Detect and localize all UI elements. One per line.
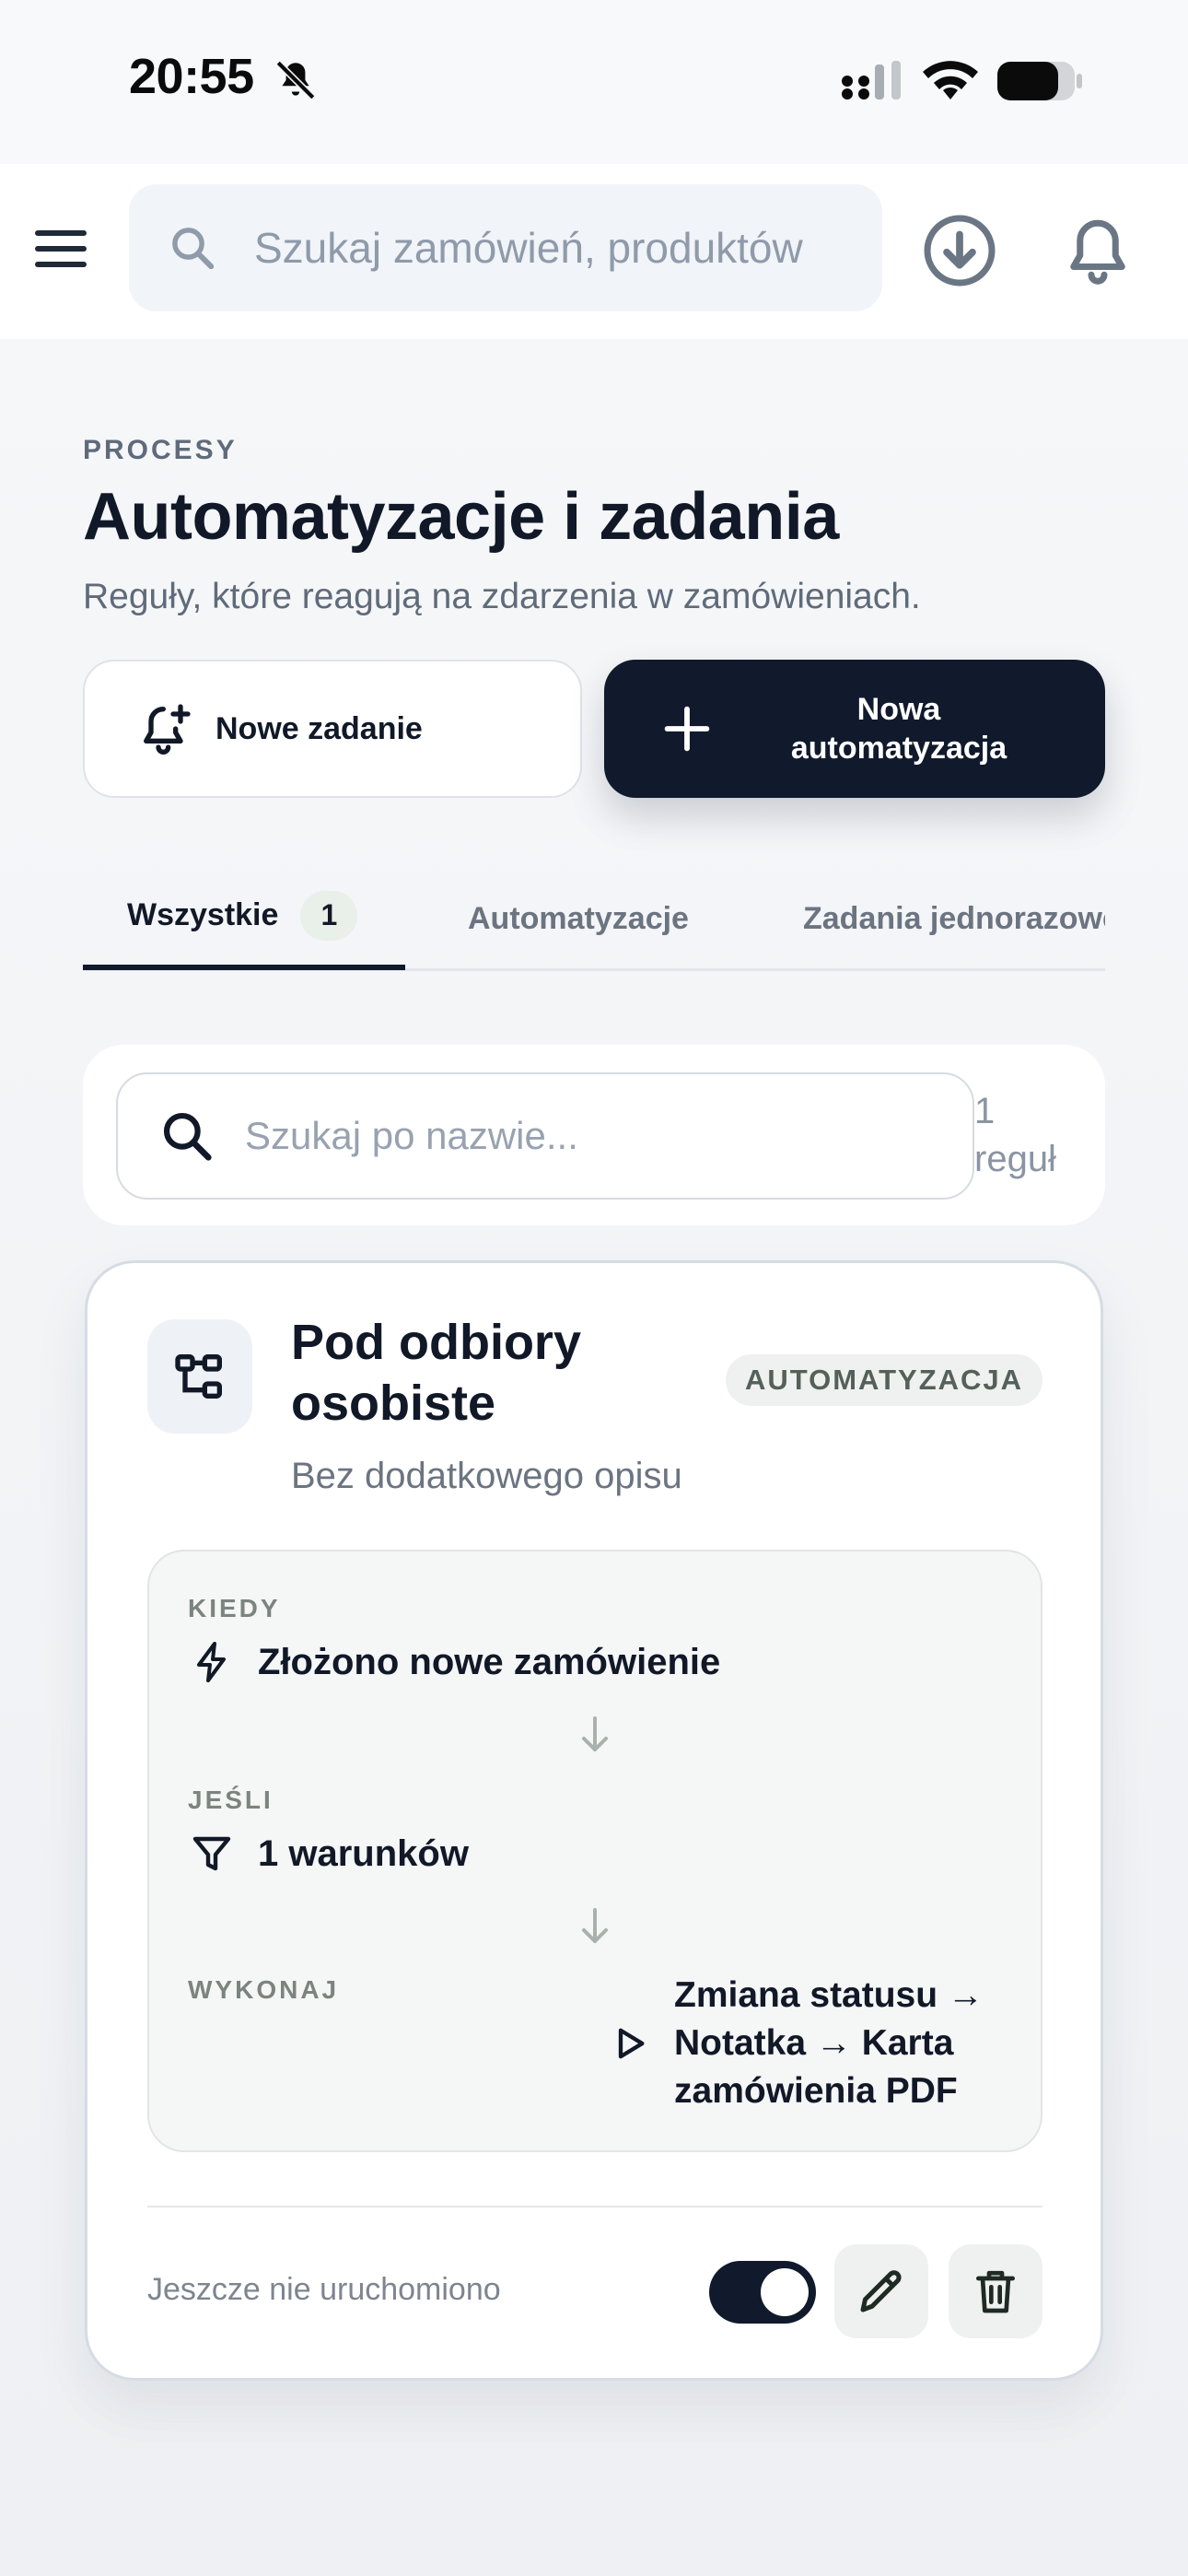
last-run-status: Jeszcze nie uruchomiono (147, 2272, 501, 2307)
flow-if-label: JEŚLI (188, 1786, 274, 1814)
rule-type-badge: AUTOMATYZACJA (726, 1354, 1042, 1406)
tab-one-time-tasks[interactable]: Zadania jednorazowe (803, 866, 1105, 971)
lightning-icon (197, 1642, 226, 1682)
tab-all-label: Wszystkie (127, 897, 279, 932)
rule-enabled-toggle[interactable] (709, 2261, 816, 2324)
trash-icon (976, 2270, 1015, 2313)
menu-button[interactable] (28, 212, 94, 286)
global-search[interactable] (129, 184, 882, 311)
rule-description: Bez dodatkowego opisu (291, 1456, 682, 1496)
cellular-signal-icon (842, 61, 901, 100)
edit-rule-button[interactable] (834, 2244, 928, 2338)
search-icon (163, 1112, 212, 1161)
download-circle-icon[interactable] (921, 212, 998, 289)
workflow-icon (175, 1354, 222, 1399)
toggle-knob (761, 2268, 809, 2316)
flow-do-label: WYKONAJ (188, 1975, 340, 2004)
bell-plus-icon (144, 704, 191, 755)
rule-search-input[interactable] (245, 1114, 945, 1158)
new-automation-button[interactable]: Nowa automatyzacja (604, 660, 1105, 798)
tab-automations[interactable]: Automatyzacje (468, 866, 689, 971)
filter-icon (192, 1836, 231, 1871)
rule-count: 1 reguł (974, 1087, 1066, 1183)
rule-name: Pod odbiory osobiste (291, 1315, 581, 1431)
bell-icon[interactable] (1059, 212, 1136, 289)
page-subtitle: Reguły, które reagują na zdarzenia w zam… (83, 577, 921, 616)
global-search-input[interactable] (254, 223, 825, 273)
flow-when-value: Złożono nowe zamówienie (258, 1642, 721, 1682)
rule-icon-tile (147, 1319, 252, 1434)
wifi-icon (923, 61, 978, 100)
rule-count-unit: reguł (974, 1139, 1056, 1179)
play-icon (618, 2028, 645, 2059)
new-task-button[interactable]: Nowe zadanie (83, 660, 582, 798)
rule-count-number: 1 (974, 1091, 996, 1131)
delete-rule-button[interactable] (949, 2244, 1042, 2338)
new-task-label: Nowe zadanie (215, 710, 423, 746)
battery-icon (997, 62, 1082, 100)
new-automation-label: Nowa automatyzacja (790, 692, 1007, 766)
page-title: Automatyzacje i zadania (83, 480, 839, 554)
arrow-down-icon (582, 1908, 608, 1943)
menu-icon (35, 230, 87, 267)
flow-do-value: Zmiana statusu → Notatka → Karta zamówie… (674, 1975, 984, 2111)
arrow-down-icon (582, 1716, 608, 1751)
flow-when-label: KIEDY (188, 1594, 281, 1622)
flow-if-value: 1 warunków (258, 1833, 469, 1874)
status-time: 20:55 (129, 49, 254, 104)
card-divider (147, 2206, 1042, 2207)
search-icon (172, 228, 215, 270)
page-eyebrow: PROCESY (83, 435, 238, 465)
pencil-icon (860, 2270, 902, 2313)
tab-all-count-badge: 1 (300, 890, 358, 941)
tab-bar: Wszystkie 1 Automatyzacje Zadania jednor… (83, 866, 1105, 971)
plus-icon (664, 706, 710, 752)
tab-all[interactable]: Wszystkie 1 (83, 866, 405, 970)
bell-muted-icon (275, 60, 316, 100)
rule-search[interactable] (116, 1072, 974, 1200)
